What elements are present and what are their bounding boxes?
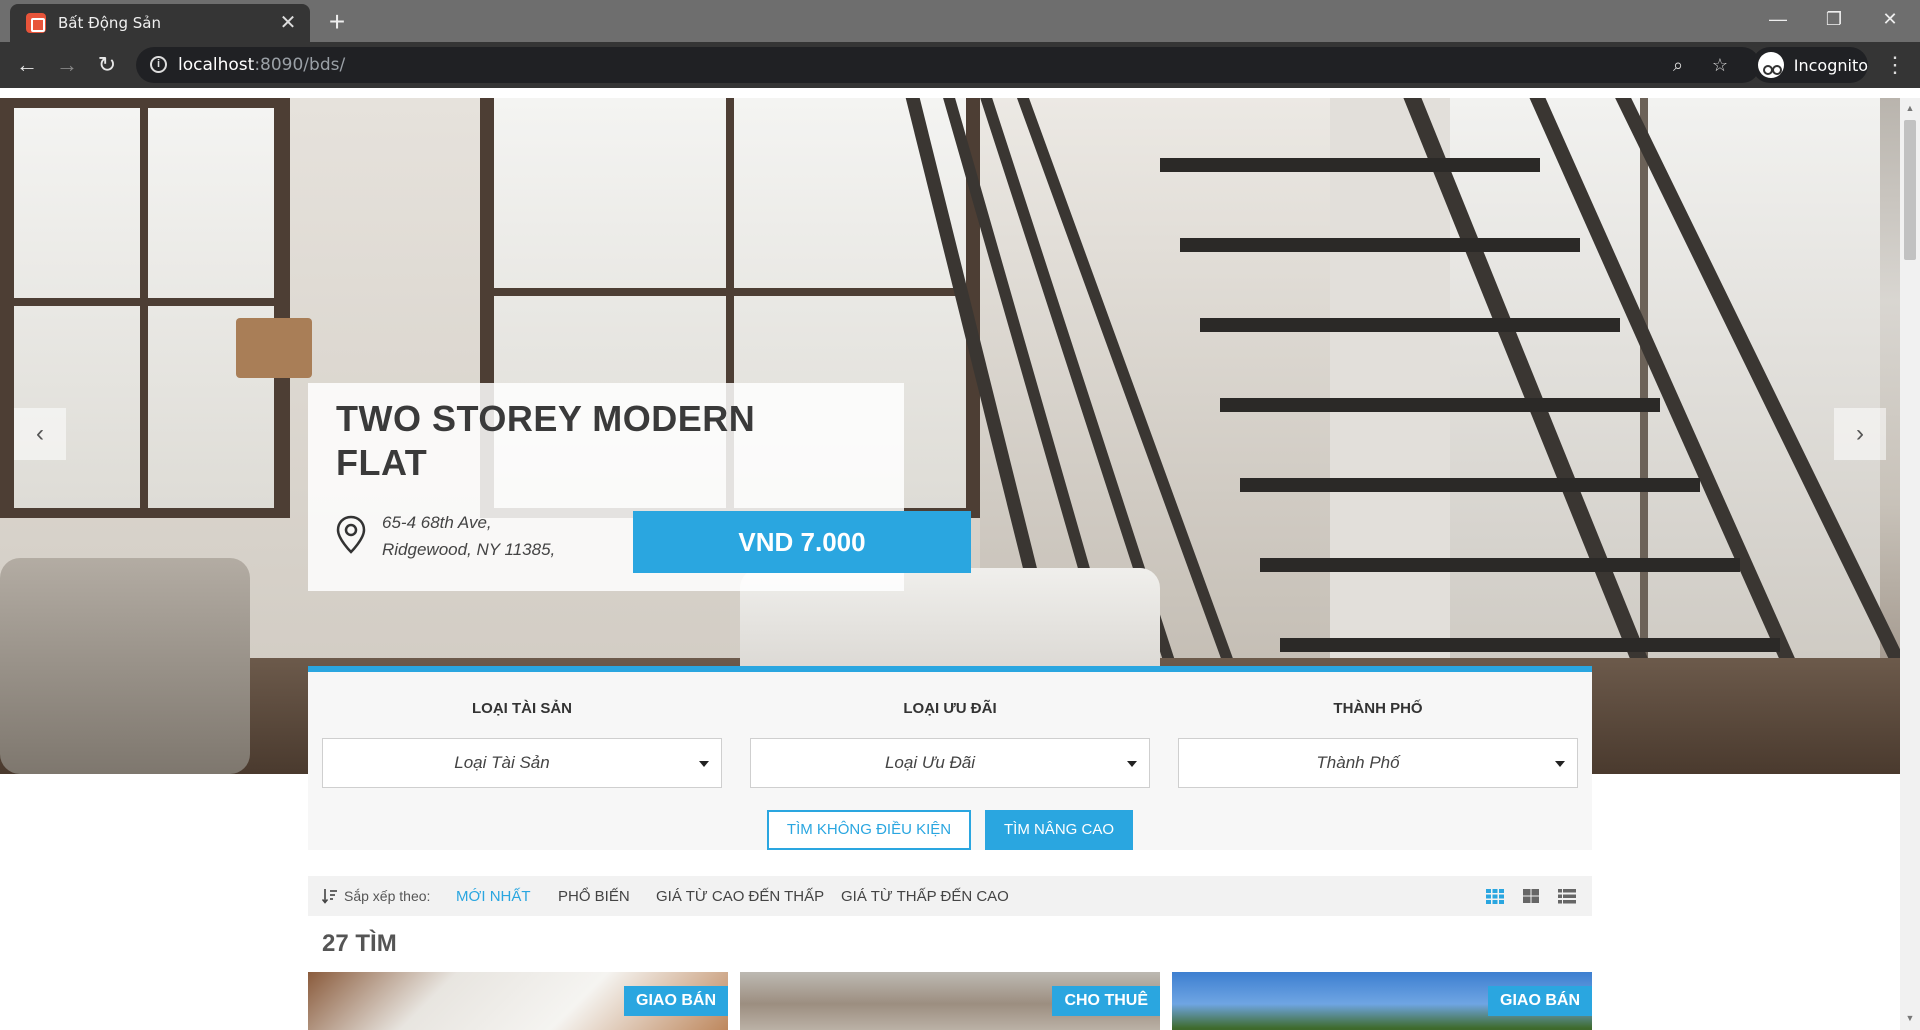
city-value: Thành Phố [1316, 753, 1400, 772]
offer-type-select[interactable]: Loại Ưu Đãi [750, 738, 1150, 788]
minimize-icon[interactable]: — [1750, 0, 1806, 40]
offer-type-label: LOẠI ƯU ĐÃI [903, 700, 997, 717]
city-label: THÀNH PHỐ [1333, 700, 1423, 717]
sort-option-newest[interactable]: MỚI NHẤT [456, 888, 531, 905]
browser-toolbar: ← → ↻ i localhost:8090/bds/ ⌕ ☆ Incognit… [0, 42, 1920, 88]
listing-type-badge: GIAO BÁN [624, 986, 728, 1016]
incognito-profile-button[interactable]: Incognito [1752, 47, 1868, 83]
location-pin-icon [336, 515, 366, 554]
incognito-icon [1758, 52, 1784, 78]
chevron-down-icon [1555, 761, 1565, 767]
chevron-down-icon [699, 761, 709, 767]
scroll-thumb[interactable] [1904, 120, 1916, 260]
slider-next-button[interactable]: › [1834, 408, 1886, 460]
new-tab-button[interactable]: + [322, 8, 352, 38]
url-path: :8090/bds/ [254, 55, 346, 75]
address-bar[interactable]: i localhost:8090/bds/ ⌕ ☆ [136, 47, 1760, 83]
listing-title[interactable]: TWO STOREY MODERN FLAT [336, 397, 776, 485]
sort-bar: Sắp xếp theo: MỚI NHẤT PHỔ BIẾN GIÁ TỪ C… [308, 876, 1592, 916]
chevron-down-icon [1127, 761, 1137, 767]
slider-prev-button[interactable]: ‹ [14, 408, 66, 460]
advanced-search-button[interactable]: TÌM NÂNG CAO [985, 810, 1133, 850]
zoom-icon[interactable]: ⌕ [1666, 53, 1690, 77]
reload-icon[interactable]: ↻ [92, 50, 122, 80]
site-info-icon[interactable]: i [150, 56, 167, 73]
property-card[interactable]: CHO THUÊ [740, 972, 1160, 1030]
sort-icon [322, 889, 337, 904]
property-type-select[interactable]: Loại Tài Sản [322, 738, 722, 788]
page-viewport: ‹ › TWO STOREY MODERN FLAT 65-4 68th Ave… [0, 98, 1900, 1030]
search-panel: LOẠI TÀI SẢN LOẠI ƯU ĐÃI THÀNH PHỐ Loại … [308, 666, 1592, 850]
close-tab-icon[interactable]: ✕ [276, 11, 300, 35]
forward-icon[interactable]: → [52, 50, 82, 80]
close-window-icon[interactable]: ✕ [1862, 0, 1918, 40]
page-scrollbar[interactable]: ▲ ▼ [1900, 98, 1920, 1030]
sort-option-price-desc[interactable]: GIÁ TỪ CAO ĐẾN THẤP [656, 888, 824, 905]
list-view-icon[interactable] [1558, 887, 1576, 905]
result-count: 27 TÌM [322, 930, 397, 957]
sort-option-price-asc[interactable]: GIÁ TỪ THẤP ĐẾN CAO [841, 888, 1009, 905]
sort-label: Sắp xếp theo: [344, 888, 431, 904]
address-line-2: Ridgewood, NY 11385, [382, 540, 556, 559]
city-select[interactable]: Thành Phố [1178, 738, 1578, 788]
listing-price-button[interactable]: VND 7.000 [633, 511, 971, 573]
address-line-1: 65-4 68th Ave, [382, 513, 492, 532]
site-favicon-icon [26, 13, 46, 33]
sort-option-popular[interactable]: PHỔ BIẾN [558, 888, 630, 905]
property-type-value: Loại Tài Sản [454, 753, 550, 772]
scroll-up-icon[interactable]: ▲ [1904, 102, 1916, 114]
listing-type-badge: CHO THUÊ [1052, 986, 1160, 1016]
browser-menu-icon[interactable]: ⋮ [1880, 50, 1910, 80]
back-icon[interactable]: ← [12, 50, 42, 80]
browser-tab[interactable]: Bất Động Sản ✕ [10, 4, 310, 42]
profile-label: Incognito [1793, 55, 1868, 75]
grid-view-small-icon[interactable] [1486, 887, 1504, 905]
bookmark-star-icon[interactable]: ☆ [1708, 53, 1732, 77]
basic-search-button[interactable]: TÌM KHÔNG ĐIỀU KIỆN [767, 810, 971, 850]
property-type-label: LOẠI TÀI SẢN [472, 700, 572, 717]
listing-address: 65-4 68th Ave, Ridgewood, NY 11385, [382, 509, 555, 563]
browser-tab-strip: Bất Động Sản ✕ + — ❐ ✕ [0, 0, 1920, 42]
property-card[interactable]: GIAO BÁN [308, 972, 728, 1030]
url-text: localhost:8090/bds/ [178, 55, 345, 75]
property-card[interactable]: GIAO BÁN [1172, 972, 1592, 1030]
grid-view-large-icon[interactable] [1522, 887, 1540, 905]
scroll-down-icon[interactable]: ▼ [1904, 1012, 1916, 1024]
restore-icon[interactable]: ❐ [1806, 0, 1862, 40]
url-host: localhost [178, 55, 255, 75]
listing-type-badge: GIAO BÁN [1488, 986, 1592, 1016]
offer-type-value: Loại Ưu Đãi [884, 753, 976, 772]
tab-title: Bất Động Sản [58, 14, 161, 32]
